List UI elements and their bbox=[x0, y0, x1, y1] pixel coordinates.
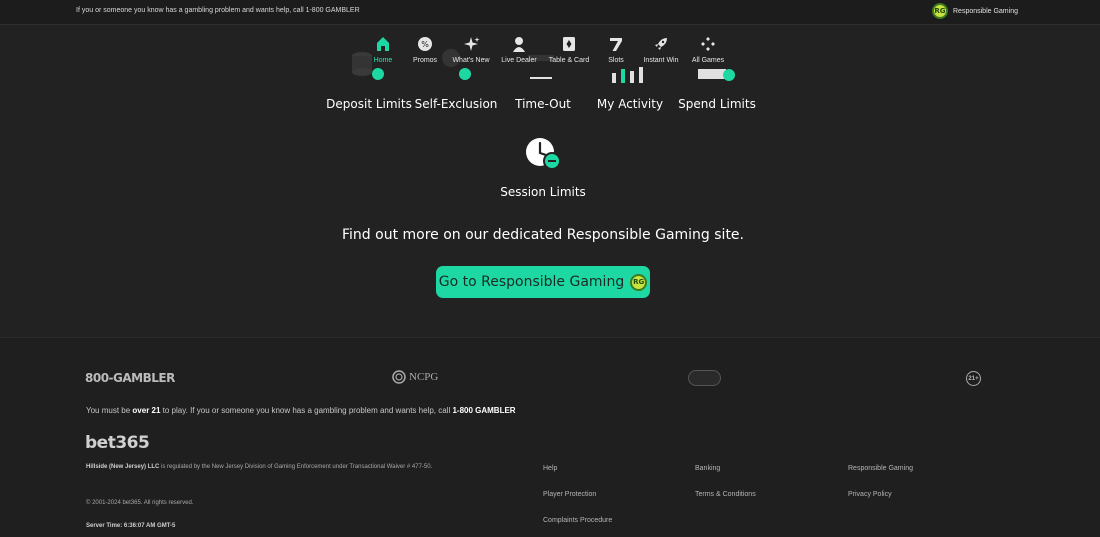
ncpg-icon bbox=[392, 370, 406, 384]
rocket-icon bbox=[651, 35, 671, 53]
banner-message: If you or someone you know has a gamblin… bbox=[76, 7, 360, 14]
age-requirement-text: You must be over 21 to play. If you or s… bbox=[86, 406, 516, 415]
server-time: Server Time: 6:36:07 AM GMT-5 bbox=[86, 523, 176, 529]
age-21-badge: 21+ bbox=[966, 371, 981, 386]
footer-link-responsible-gaming[interactable]: Responsible Gaming bbox=[848, 465, 913, 472]
age-msg-phone: 1-800 GAMBLER bbox=[452, 406, 516, 415]
gambler-logo[interactable]: 800-GAMBLER bbox=[85, 371, 175, 385]
nav-slots[interactable]: Slots bbox=[594, 35, 638, 69]
nav-label: Table & Card bbox=[548, 57, 590, 64]
spend-limits-link[interactable]: Spend Limits bbox=[678, 97, 756, 111]
gambling-help-banner: If you or someone you know has a gamblin… bbox=[0, 0, 1100, 25]
nav-live-dealer[interactable]: Live Dealer bbox=[494, 35, 544, 69]
rg-badge-icon: RG bbox=[932, 3, 948, 19]
bet365-logo: bet365 bbox=[85, 433, 150, 453]
legal-entity: Hillside (New Jersey) LLC bbox=[86, 464, 160, 470]
nav-table-card[interactable]: Table & Card bbox=[544, 35, 594, 69]
nav-home[interactable]: Home bbox=[364, 35, 402, 69]
nav-label: All Games bbox=[691, 57, 725, 64]
nav-label: Promos bbox=[412, 57, 438, 64]
responsible-gaming-link[interactable]: RG Responsible Gaming bbox=[932, 3, 1018, 19]
session-limits-link[interactable]: Session Limits bbox=[500, 185, 586, 199]
product-nav: Home % Promos What's New Live Dealer Tab… bbox=[364, 35, 732, 69]
footer-link-help[interactable]: Help bbox=[543, 465, 557, 472]
rg-label: Responsible Gaming bbox=[953, 7, 1018, 15]
age-msg-mid: to play. If you or someone you know has … bbox=[160, 406, 453, 415]
nav-label: Slots bbox=[608, 57, 624, 64]
legal-rest: is regulated by the New Jersey Division … bbox=[159, 464, 433, 470]
ncpg-text: NCPG bbox=[409, 371, 439, 383]
home-icon bbox=[373, 35, 393, 53]
nav-instant-win[interactable]: Instant Win bbox=[638, 35, 684, 69]
diamonds-icon bbox=[698, 35, 718, 53]
footer: 800-GAMBLER NCPG 21+ You must be over 21… bbox=[0, 337, 1100, 537]
nav-all-games[interactable]: All Games bbox=[684, 35, 732, 69]
promos-icon: % bbox=[415, 35, 435, 53]
footer-link-privacy[interactable]: Privacy Policy bbox=[848, 491, 892, 498]
time-out-link[interactable]: Time-Out bbox=[515, 97, 571, 111]
footer-link-player-protection[interactable]: Player Protection bbox=[543, 491, 596, 498]
legal-text: Hillside (New Jersey) LLC is regulated b… bbox=[86, 464, 432, 470]
cards-icon bbox=[559, 35, 579, 53]
rg-badge-icon: RG bbox=[630, 273, 648, 291]
nav-whats-new[interactable]: What's New bbox=[448, 35, 494, 69]
footer-link-terms[interactable]: Terms & Conditions bbox=[695, 491, 756, 498]
sparkle-icon bbox=[461, 35, 481, 53]
button-label: Go to Responsible Gaming bbox=[438, 274, 625, 290]
svg-text:%: % bbox=[421, 40, 429, 49]
seven-icon bbox=[606, 35, 626, 53]
nav-label: What's New bbox=[452, 57, 490, 64]
clock-icon[interactable] bbox=[525, 138, 561, 170]
copyright: © 2001-2024 bet365. All rights reserved. bbox=[86, 500, 194, 506]
my-activity-link[interactable]: My Activity bbox=[597, 97, 663, 111]
self-exclusion-link[interactable]: Self-Exclusion bbox=[415, 97, 498, 111]
gaming-commission-logo[interactable] bbox=[688, 370, 721, 386]
dealer-icon bbox=[509, 35, 529, 53]
nav-label: Live Dealer bbox=[501, 57, 537, 64]
age-msg-pre: You must be bbox=[86, 406, 133, 415]
main-content: Home % Promos What's New Live Dealer Tab… bbox=[0, 26, 1100, 337]
age-msg-bold: over 21 bbox=[132, 406, 161, 415]
go-to-responsible-gaming-button[interactable]: Go to Responsible Gaming RG bbox=[436, 266, 650, 298]
footer-link-banking[interactable]: Banking bbox=[695, 465, 720, 472]
nav-label: Instant Win bbox=[643, 57, 679, 64]
find-more-text: Find out more on our dedicated Responsib… bbox=[341, 227, 745, 243]
footer-link-complaints[interactable]: Complaints Procedure bbox=[543, 517, 612, 524]
ncpg-logo[interactable]: NCPG bbox=[392, 370, 438, 384]
nav-promos[interactable]: % Promos bbox=[402, 35, 448, 69]
deposit-limits-link[interactable]: Deposit Limits bbox=[326, 97, 412, 111]
nav-label: Home bbox=[373, 57, 393, 64]
